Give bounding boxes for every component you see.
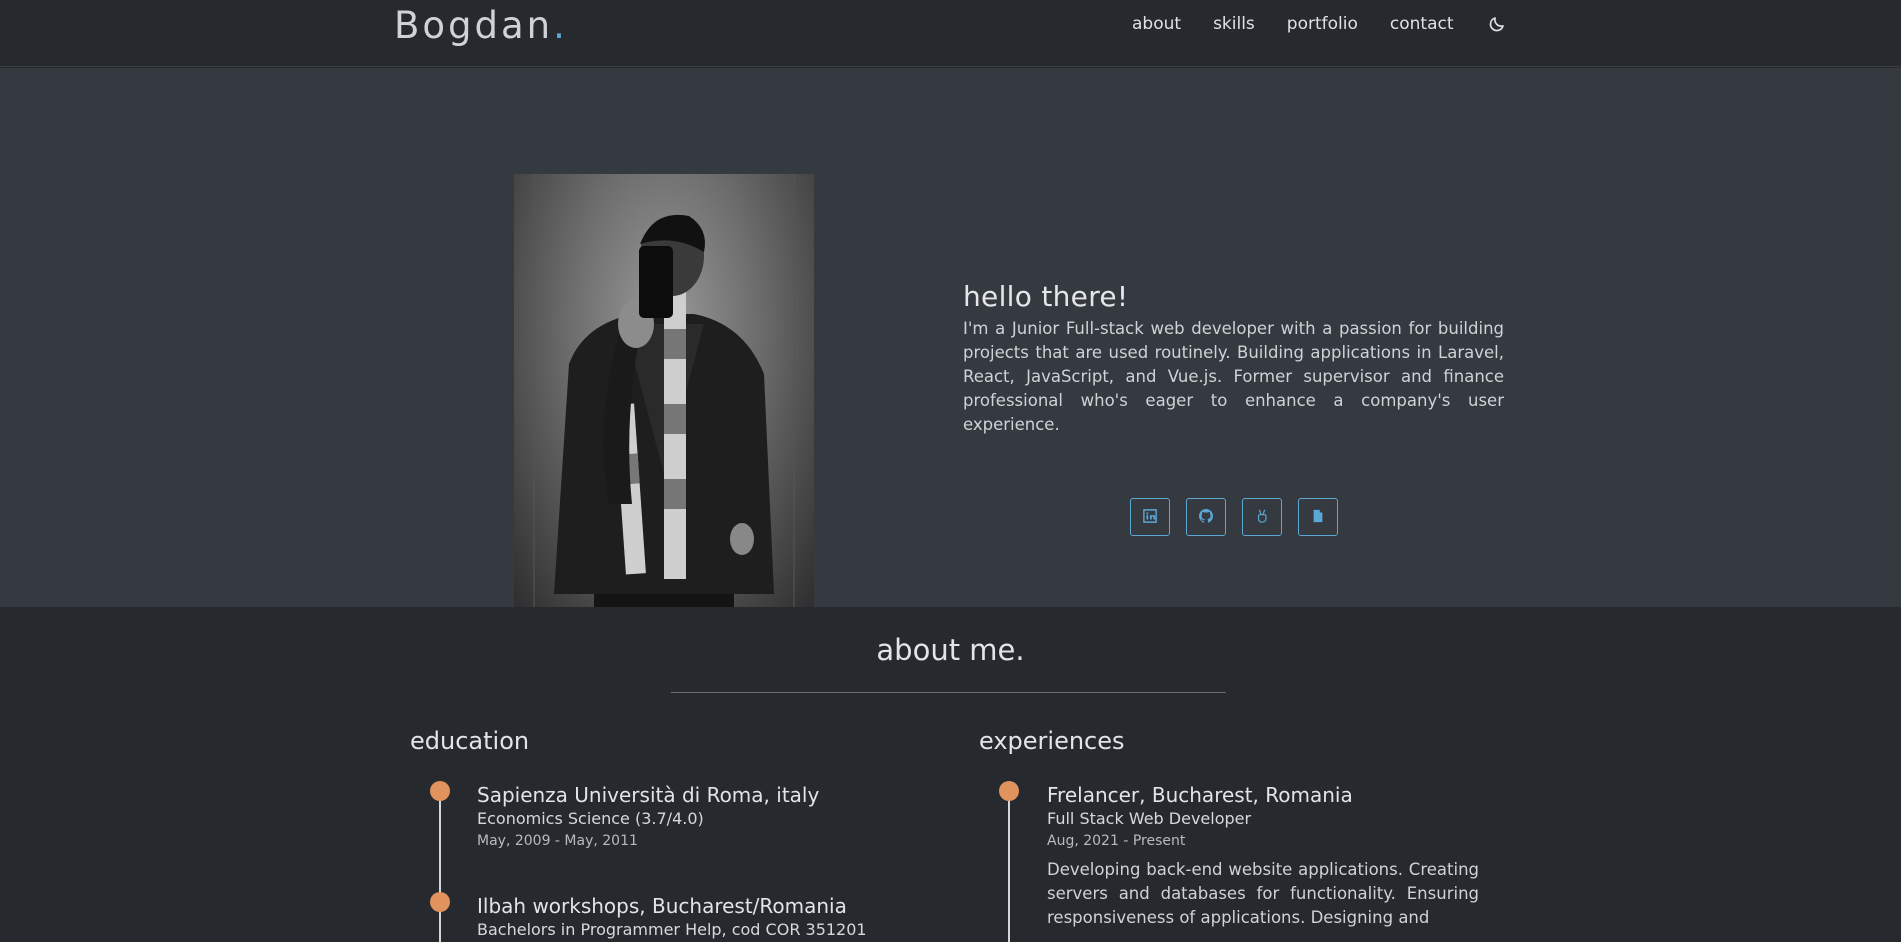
experience-entry: Frelancer, Bucharest, Romania Full Stack… — [1047, 782, 1479, 930]
experience-dates: Aug, 2021 - Present — [1047, 833, 1186, 849]
about-title: about me. — [876, 633, 1025, 667]
education-degree: Bachelors in Programmer Help, cod COR 35… — [477, 920, 867, 939]
experience-role: Full Stack Web Developer — [1047, 809, 1252, 828]
linkedin-icon — [1143, 508, 1157, 527]
education-title: education — [410, 727, 530, 755]
main-nav: about skills portfolio contact — [1132, 14, 1506, 34]
hero-heading: hello there! — [963, 280, 1129, 313]
github-button[interactable] — [1186, 498, 1226, 536]
logo-dot: . — [553, 4, 568, 47]
hero-section: hello there! I'm a Junior Full-stack web… — [0, 68, 1901, 607]
education-school: Ilbah workshops, Bucharest/Romania — [477, 894, 847, 918]
profile-photo — [514, 174, 814, 607]
timeline-dot — [999, 781, 1019, 801]
experiences-title: experiences — [979, 727, 1125, 755]
linkedin-button[interactable] — [1130, 498, 1170, 536]
education-degree: Economics Science (3.7/4.0) — [477, 809, 704, 828]
document-icon — [1311, 508, 1325, 527]
moon-icon[interactable] — [1488, 15, 1506, 33]
experiences-timeline — [1008, 790, 1010, 942]
experience-description: Developing back-end website applications… — [1047, 860, 1479, 927]
about-divider — [671, 692, 1226, 693]
timeline-dot — [430, 781, 450, 801]
github-icon — [1199, 508, 1213, 527]
education-school: Sapienza Università di Roma, italy — [477, 783, 820, 807]
nav-link-skills[interactable]: skills — [1213, 14, 1255, 34]
social-links — [1130, 498, 1354, 536]
education-timeline — [439, 790, 441, 942]
resume-button[interactable] — [1298, 498, 1338, 536]
education-entry: Sapienza Università di Roma, italy Econo… — [477, 782, 819, 852]
timeline-dot — [430, 892, 450, 912]
intro-block: hello there! I'm a Junior Full-stack web… — [963, 280, 1504, 437]
experience-company: Frelancer, Bucharest, Romania — [1047, 783, 1353, 807]
nav-link-about[interactable]: about — [1132, 14, 1181, 34]
angellist-button[interactable] — [1242, 498, 1282, 536]
education-entry: Ilbah workshops, Bucharest/Romania Bache… — [477, 893, 867, 941]
site-header: Bogdan. about skills portfolio contact — [0, 0, 1901, 67]
peace-hand-icon — [1255, 508, 1269, 527]
site-logo[interactable]: Bogdan. — [394, 4, 568, 47]
nav-link-portfolio[interactable]: portfolio — [1287, 14, 1358, 34]
logo-text: Bogdan — [394, 4, 554, 47]
nav-link-contact[interactable]: contact — [1390, 14, 1454, 34]
education-dates: May, 2009 - May, 2011 — [477, 833, 638, 849]
hero-bio: I'm a Junior Full-stack web developer wi… — [963, 319, 1504, 434]
